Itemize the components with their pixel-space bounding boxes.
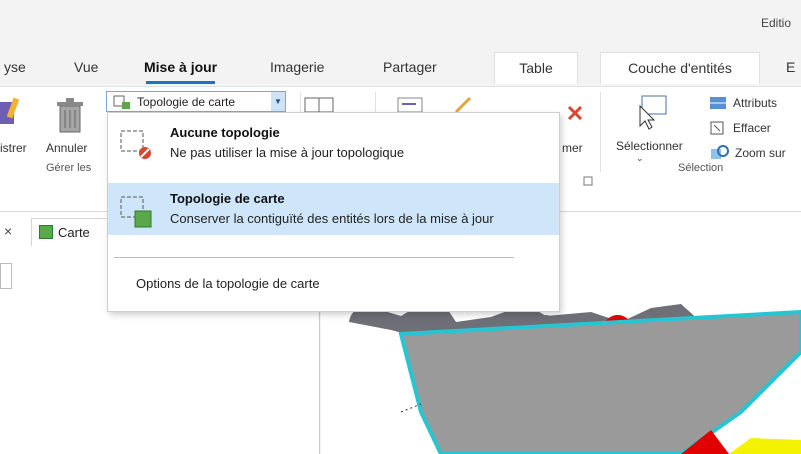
menu-divider [114, 257, 514, 258]
option-map-title: Topologie de carte [170, 191, 285, 206]
option-none-title: Aucune topologie [170, 125, 280, 140]
close-icon[interactable]: × [4, 223, 12, 239]
tab-mise-a-jour[interactable]: Mise à jour [144, 59, 217, 84]
tab-e[interactable]: E [786, 59, 795, 75]
map-topology-icon [120, 196, 152, 228]
discard-edits-label[interactable]: Annuler [46, 141, 87, 155]
ribbon-tabs: yse Vue Mise à jour Imagerie Partager Ta… [0, 46, 801, 86]
tab-analyse[interactable]: yse [4, 59, 26, 75]
map-icon [39, 225, 53, 239]
topology-dropdown: Aucune topologie Ne pas utiliser la mise… [107, 112, 560, 312]
map-tab-label: Carte [58, 225, 90, 240]
tab-map[interactable]: Carte [31, 218, 111, 246]
attributes-icon[interactable] [710, 97, 726, 109]
chevron-down-icon[interactable]: ⌄ [636, 153, 644, 164]
attributes-button[interactable]: Attributs [733, 96, 777, 110]
title-bar: Editio [0, 0, 801, 46]
group-label-gerer: Gérer les [46, 162, 92, 174]
trash-icon[interactable] [52, 96, 88, 136]
tab-table[interactable]: Table [494, 52, 578, 84]
dialog-launcher-icon[interactable] [583, 176, 593, 186]
collapse-handle[interactable] [0, 263, 12, 289]
select-button-label[interactable]: Sélectionner [616, 139, 683, 153]
tab-vue[interactable]: Vue [74, 59, 98, 75]
delete-x-icon[interactable] [566, 104, 584, 122]
ribbon-separator [600, 92, 601, 172]
delete-label[interactable]: mer [562, 141, 583, 155]
tab-couche-entites-label: Couche d'entités [628, 60, 732, 76]
tab-partager[interactable]: Partager [383, 59, 437, 75]
window-title: Editio [760, 16, 791, 30]
topology-option-map[interactable]: Topologie de carte Conserver la contiguï… [108, 183, 559, 235]
map-feature-yellow[interactable] [729, 438, 801, 454]
select-tool-icon[interactable] [634, 94, 668, 132]
option-none-description: Ne pas utiliser la mise à jour topologiq… [170, 145, 405, 160]
save-edits-icon[interactable] [0, 96, 32, 132]
topology-option-none[interactable]: Aucune topologie Ne pas utiliser la mise… [108, 117, 559, 167]
zoom-to-button[interactable]: Zoom sur [735, 146, 786, 160]
map-feature-gray[interactable] [398, 309, 801, 454]
zoom-to-selection-icon[interactable] [710, 145, 730, 161]
topology-combo[interactable]: Topologie de carte ▼ [106, 91, 286, 112]
clear-button[interactable]: Effacer [733, 121, 771, 135]
map-topology-icon [113, 95, 130, 109]
save-edits-label[interactable]: istrer [0, 141, 27, 155]
chevron-down-icon[interactable]: ▼ [271, 92, 285, 111]
grid-icon[interactable] [303, 96, 337, 112]
no-topology-icon [120, 130, 151, 159]
tab-imagerie[interactable]: Imagerie [270, 59, 324, 75]
tab-table-label: Table [519, 60, 553, 76]
topology-combo-value: Topologie de carte [137, 95, 236, 109]
group-label-selection: Sélection [678, 162, 724, 174]
option-map-description: Conserver la contiguïté des entités lors… [170, 211, 494, 226]
clear-selection-icon[interactable] [710, 121, 726, 135]
tab-couche-entites[interactable]: Couche d'entités [600, 52, 760, 84]
map-topology-options[interactable]: Options de la topologie de carte [136, 276, 320, 291]
